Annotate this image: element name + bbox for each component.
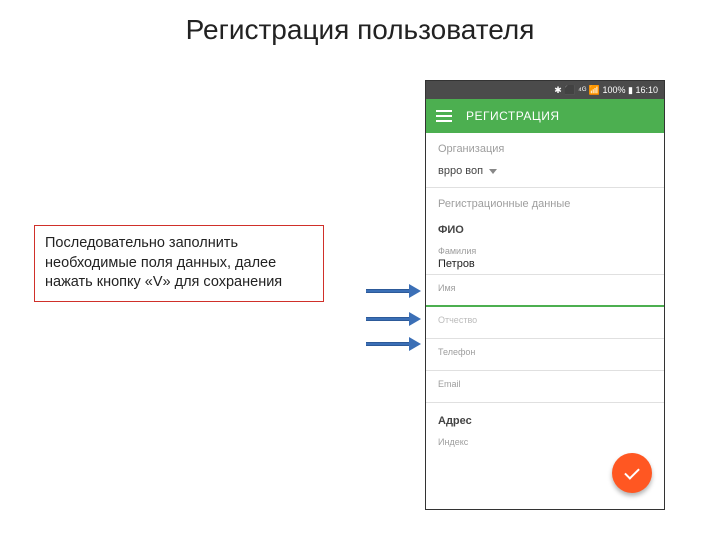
phone-frame: ✱ ⬛ ⁴ᴳ 📶 100% ▮ 16:10 РЕГИСТРАЦИЯ Органи… <box>425 80 665 510</box>
arrow-to-otchestvo <box>366 340 421 348</box>
fio-header: ФИО <box>426 214 664 240</box>
otchestvo-label: Отчество <box>426 309 664 325</box>
reg-section-label: Регистрационные данные <box>426 188 664 214</box>
app-bar-title: РЕГИСТРАЦИЯ <box>466 109 560 123</box>
imya-label: Имя <box>426 277 664 293</box>
check-icon <box>624 464 640 480</box>
adres-header: Адрес <box>426 405 664 431</box>
android-status-bar: ✱ ⬛ ⁴ᴳ 📶 100% ▮ 16:10 <box>426 81 664 99</box>
arrow-to-familia <box>366 287 421 295</box>
chevron-down-icon <box>489 169 497 174</box>
instruction-note: Последовательно заполнить необходимые по… <box>34 225 324 302</box>
telefon-label: Телефон <box>426 341 664 357</box>
imya-field[interactable] <box>426 293 664 307</box>
arrow-to-imya <box>366 315 421 323</box>
email-label: Email <box>426 373 664 389</box>
menu-icon[interactable] <box>436 110 452 122</box>
status-bar-text: ✱ ⬛ ⁴ᴳ 📶 100% ▮ 16:10 <box>554 85 658 96</box>
index-label: Индекс <box>426 431 664 447</box>
save-fab[interactable] <box>612 453 652 493</box>
org-dropdown-value: врро воп <box>438 165 483 177</box>
slide-title: Регистрация пользователя <box>0 14 720 46</box>
email-field[interactable] <box>426 389 664 403</box>
otchestvo-field[interactable] <box>426 325 664 339</box>
familia-field[interactable]: Петров <box>426 256 664 275</box>
org-section-label: Организация <box>426 133 664 159</box>
telefon-field[interactable] <box>426 357 664 371</box>
app-bar: РЕГИСТРАЦИЯ <box>426 99 664 133</box>
org-dropdown[interactable]: врро воп <box>426 159 664 188</box>
familia-label: Фамилия <box>426 240 664 256</box>
